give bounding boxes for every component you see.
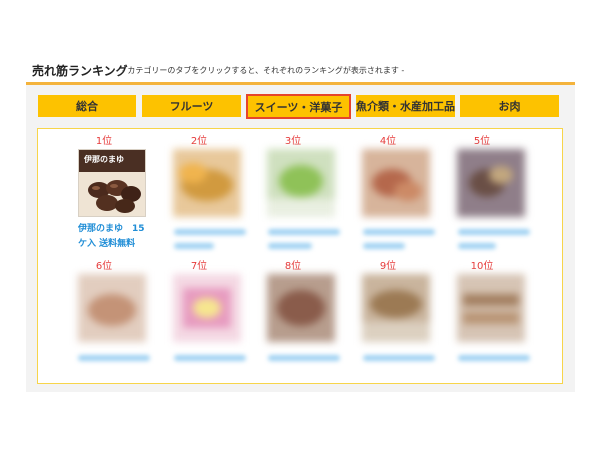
ranking-title: 売れ筋ランキング [32,64,128,78]
blurred-caption-2 [174,229,246,235]
product-thumbnail-7[interactable] [173,274,241,342]
product-thumbnail-9[interactable] [362,274,430,342]
product-image-4 [362,149,430,217]
rank-label-10: 10位 [470,261,494,272]
product-thumbnail-8[interactable] [267,274,335,342]
product-thumbnail-2[interactable] [173,149,241,217]
tab-sweets[interactable]: スイーツ・洋菓子 [246,94,351,119]
product-thumbnail-3[interactable] [267,149,335,217]
blurred-caption-8 [268,355,340,361]
product-thumbnail-4[interactable] [362,149,430,217]
product-link-1[interactable]: 伊那のまゆ 15 ケ入 送料無料 [78,222,166,252]
blurred-caption-5 [458,229,530,235]
tab-meat[interactable]: お肉 [460,95,559,117]
blurred-caption-4 [363,229,435,235]
rank-label-8: 8位 [284,261,302,272]
blurred-caption-9 [363,355,435,361]
blurred-caption-5b [458,243,496,249]
product-image-1-text: 伊那のまゆ [84,155,124,164]
tab-fruits[interactable]: フルーツ [142,95,241,117]
blurred-caption-3 [268,229,340,235]
blurred-caption-7 [174,355,246,361]
product-image-9 [362,274,430,342]
rank-label-7: 7位 [190,261,208,272]
product-image-5 [457,149,525,217]
product-thumbnail-6[interactable] [78,274,146,342]
blurred-caption-4b [363,243,405,249]
blurred-caption-10 [458,355,530,361]
rank-label-2: 2位 [190,136,208,147]
blurred-caption-2b [174,243,214,249]
product-thumbnail-1[interactable]: 伊那のまゆ [78,149,146,217]
product-image-10 [457,274,525,342]
tab-seafood[interactable]: 魚介類・水産加工品 [356,95,455,117]
product-image-8 [267,274,335,342]
product-image-2 [173,149,241,217]
rank-label-6: 6位 [95,261,113,272]
product-thumbnail-10[interactable] [457,274,525,342]
product-name-line1: 伊那のまゆ 15 [78,224,145,234]
blurred-caption-3b [268,243,312,249]
product-name-line2: ケ入 送料無料 [78,239,136,249]
ranking-panel: 売れ筋ランキング - カテゴリーのタブをクリックすると、それぞれのランキングが表… [26,58,575,392]
tab-sogo[interactable]: 総合 [38,95,136,117]
product-thumbnail-5[interactable] [457,149,525,217]
blurred-caption-6 [78,355,150,361]
ranking-header: 売れ筋ランキング - カテゴリーのタブをクリックすると、それぞれのランキングが表… [26,58,575,85]
rank-label-5: 5位 [473,136,491,147]
product-image-6 [78,274,146,342]
product-image-3 [267,149,335,217]
product-image-7 [173,274,241,342]
rank-label-4: 4位 [379,136,397,147]
ranking-content: 1位 2位 3位 4位 5位 伊那のまゆ 伊那のまゆ 15 ケ入 送料無料 6位… [37,128,563,384]
rank-label-3: 3位 [284,136,302,147]
ranking-subtitle: - カテゴリーのタブをクリックすると、それぞれのランキングが表示されます - [122,66,405,75]
rank-label-9: 9位 [379,261,397,272]
rank-label-1: 1位 [95,136,113,147]
